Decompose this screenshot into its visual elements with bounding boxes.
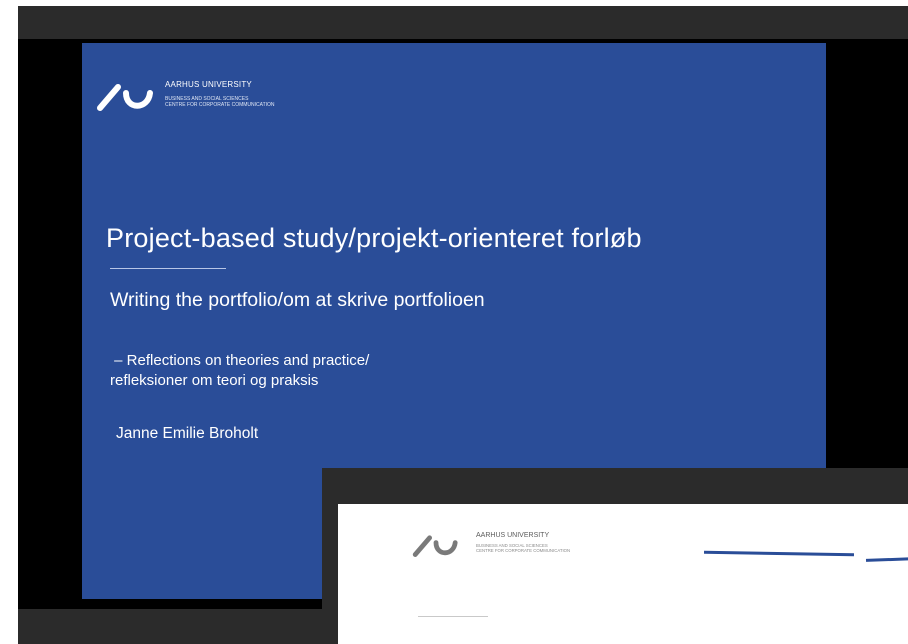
preview-faculty-line-2: CENTRE FOR CORPORATE COMMUNICATION	[476, 548, 571, 553]
university-name: AARHUS UNIVERSITY	[165, 80, 252, 89]
slide-title: Project-based study/projekt-orienteret f…	[106, 223, 642, 253]
preview-divider	[418, 616, 488, 617]
aarhus-university-logo-icon	[97, 84, 153, 111]
slide-author: Janne Emilie Broholt	[116, 425, 259, 442]
slide-reflections: – Reflections on theories and practice/ …	[110, 351, 369, 391]
slide-subtitle: Writing the portfolio/om at skrive portf…	[110, 289, 485, 311]
preview-logo-text: AARHUS UNIVERSITY BUSINESS AND SOCIAL SC…	[476, 532, 570, 553]
reflections-line-2: refleksioner om teori og praksis	[110, 372, 319, 389]
title-divider	[110, 268, 226, 269]
slide-preview-window[interactable]: AARHUS UNIVERSITY BUSINESS AND SOCIAL SC…	[322, 468, 908, 644]
reflections-line-1: – Reflections on theories and practice/	[110, 352, 370, 369]
aarhus-university-logo-icon	[412, 535, 458, 557]
preview-slide: AARHUS UNIVERSITY BUSINESS AND SOCIAL SC…	[338, 504, 908, 644]
preview-university-name: AARHUS UNIVERSITY	[476, 532, 550, 539]
video-player-frame: AARHUS UNIVERSITY BUSINESS AND SOCIAL SC…	[18, 6, 908, 644]
logo-text: AARHUS UNIVERSITY BUSINESS AND SOCIAL SC…	[165, 80, 275, 108]
preview-decor-line	[865, 557, 908, 562]
preview-decor-line	[703, 550, 855, 557]
faculty-line-2: CENTRE FOR CORPORATE COMMUNICATION	[165, 102, 275, 108]
